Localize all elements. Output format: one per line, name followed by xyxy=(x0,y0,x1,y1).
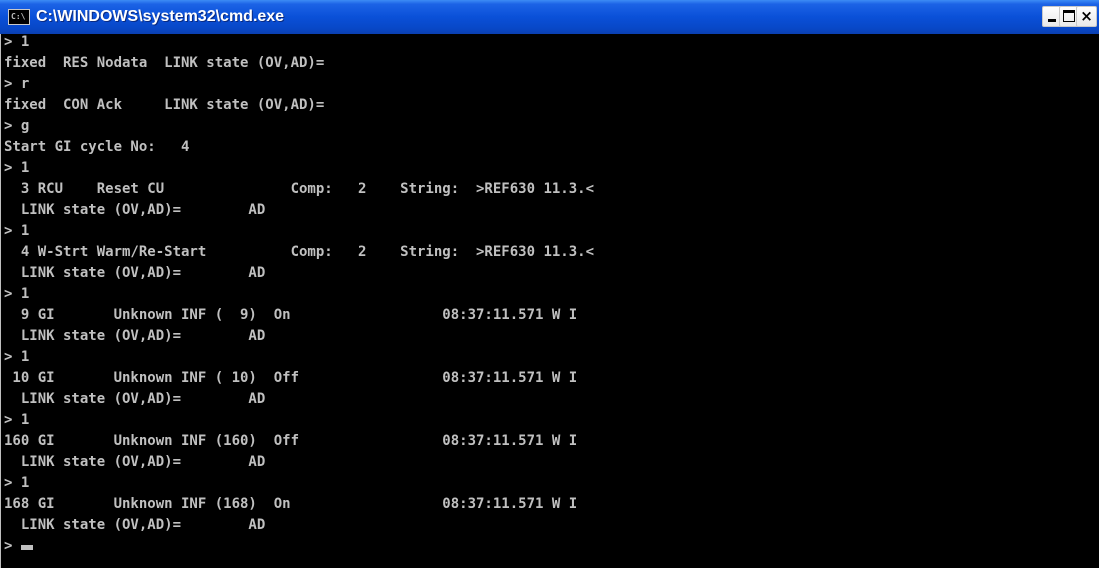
console-line: LINK state (OV,AD)= AD xyxy=(4,454,266,470)
console-line: LINK state (OV,AD)= AD xyxy=(4,391,266,407)
close-button[interactable]: × xyxy=(1076,6,1097,27)
console-line: Start GI cycle No: 4 xyxy=(4,139,190,155)
text-cursor xyxy=(21,545,33,550)
console-line: > 1 xyxy=(4,160,30,176)
console-line: LINK state (OV,AD)= AD xyxy=(4,265,266,281)
console-line: > g xyxy=(4,118,30,134)
console-line: 10 GI Unknown INF ( 10) Off 08:37:11.571… xyxy=(4,370,578,386)
console-line: fixed RES Nodata LINK state (OV,AD)= xyxy=(4,55,325,71)
cmd-icon[interactable]: C:\ xyxy=(8,9,30,25)
cmd-window: C:\ C:\WINDOWS\system32\cmd.exe × > 1 fi… xyxy=(0,0,1099,568)
console-line: LINK state (OV,AD)= AD xyxy=(4,328,266,344)
console-line: > 1 xyxy=(4,223,30,239)
console-line: > r xyxy=(4,76,30,92)
console-line: > 1 xyxy=(4,349,30,365)
console-line: > 1 xyxy=(4,412,30,428)
command-prompt[interactable]: > xyxy=(4,538,12,555)
console-line: 3 RCU Reset CU Comp: 2 String: >REF630 1… xyxy=(4,181,595,197)
console-line: LINK state (OV,AD)= AD xyxy=(4,517,266,533)
window-title: C:\WINDOWS\system32\cmd.exe xyxy=(36,8,285,25)
console-line: 160 GI Unknown INF (160) Off 08:37:11.57… xyxy=(4,433,578,449)
console-line: > 1 xyxy=(4,475,30,491)
console-output[interactable]: > 1 fixed RES Nodata LINK state (OV,AD)=… xyxy=(0,34,1099,568)
console-line: > 1 xyxy=(4,34,30,50)
console-line: LINK state (OV,AD)= AD xyxy=(4,202,266,218)
console-line: 168 GI Unknown INF (168) On 08:37:11.571… xyxy=(4,496,578,512)
console-line: fixed CON Ack LINK state (OV,AD)= xyxy=(4,97,325,113)
console-line: > 1 xyxy=(4,286,30,302)
console-line: 4 W-Strt Warm/Re-Start Comp: 2 String: >… xyxy=(4,244,595,260)
title-bar[interactable]: C:\ C:\WINDOWS\system32\cmd.exe × xyxy=(0,0,1099,34)
console-line: 9 GI Unknown INF ( 9) On 08:37:11.571 W … xyxy=(4,307,578,323)
close-icon: × xyxy=(1080,7,1093,25)
